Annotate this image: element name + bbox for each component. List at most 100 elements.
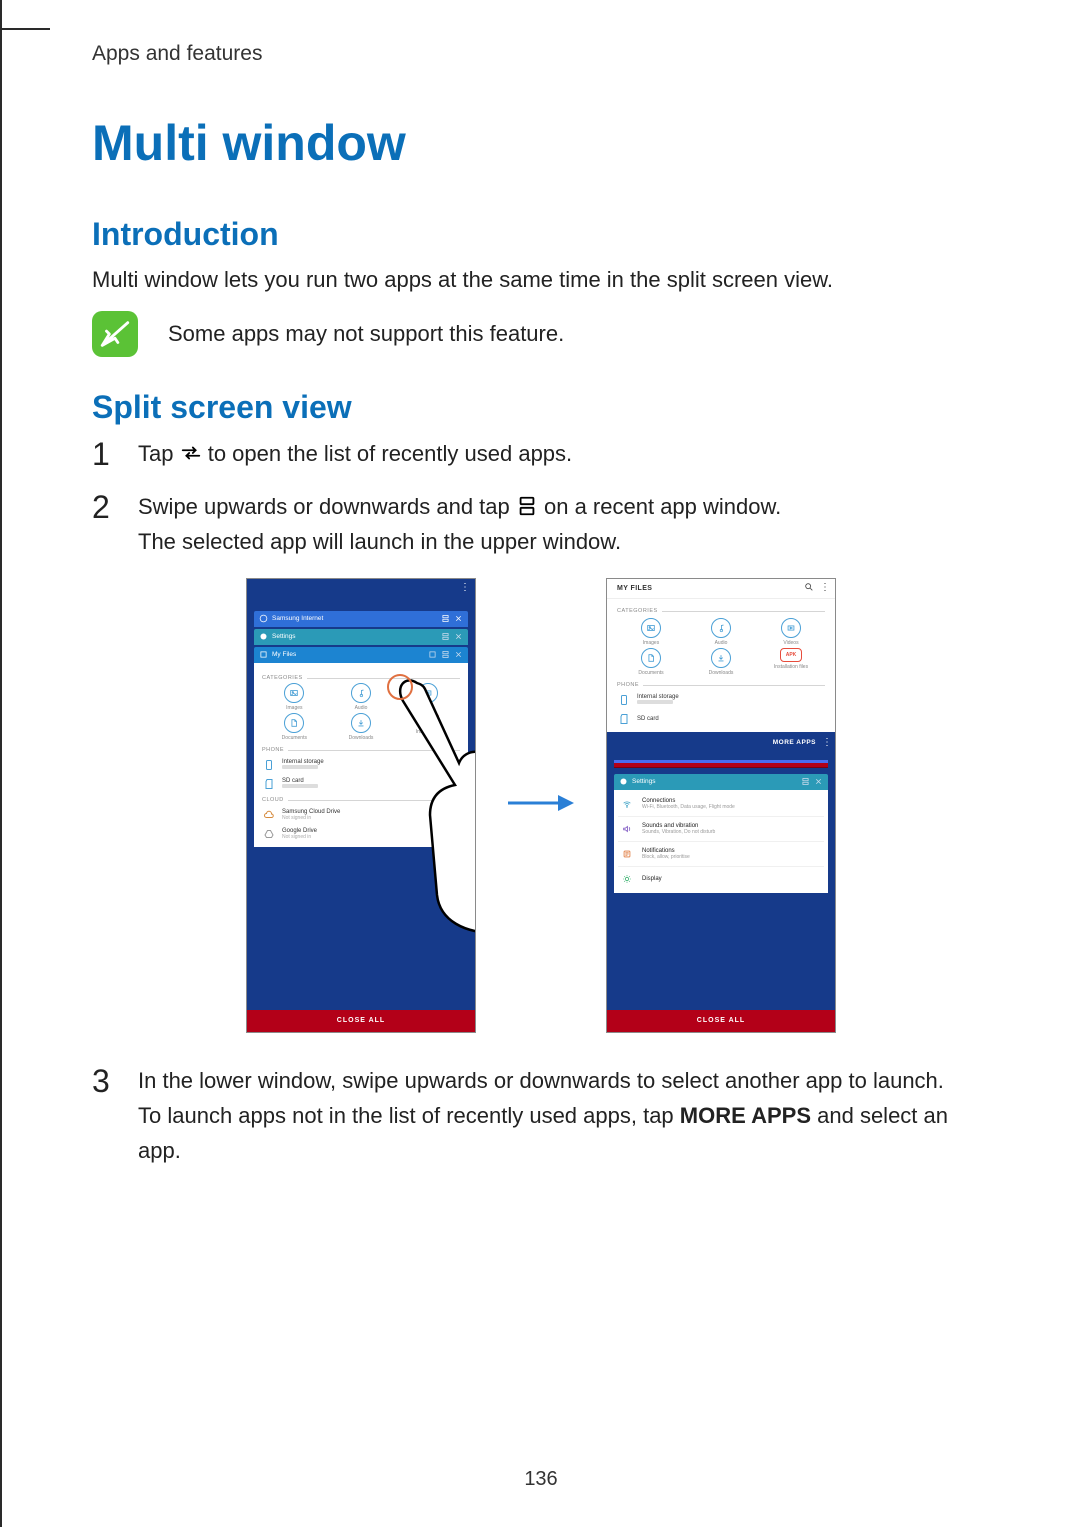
category-audio: Audio <box>687 618 755 646</box>
recent-app-icon <box>259 650 268 659</box>
recent-card-header: Settings <box>614 774 828 790</box>
sd-card-icon <box>617 712 631 726</box>
figure-split-screen: ⋮ Samsung Internet Settings My Files <box>92 578 990 1033</box>
group-label: PHONE <box>262 747 288 753</box>
category-downloads: Downloads <box>329 713 394 741</box>
category-documents: Documents <box>617 648 685 676</box>
step-3: 3 In the lower window, swipe upwards or … <box>92 1063 990 1169</box>
recents-icon <box>180 442 202 464</box>
category-downloads: Downloads <box>687 648 755 676</box>
step-number: 1 <box>92 436 118 471</box>
step3-body1: In the lower window, swipe upwards or do… <box>138 1063 990 1098</box>
myfiles-toolbar: MY FILES ⋮ <box>607 579 835 599</box>
group-phone: PHONE <box>617 682 825 688</box>
recent-app-title: Settings <box>272 633 296 640</box>
category-images: Images <box>617 618 685 646</box>
search-icon <box>804 582 814 594</box>
google-drive-icon <box>262 827 276 841</box>
breadcrumb: Apps and features <box>92 0 990 114</box>
step-body: Tap to open the list of recently used ap… <box>138 436 990 471</box>
row-title: Internal storage <box>637 694 679 700</box>
more-apps-label: MORE APPS <box>773 739 816 746</box>
row-title: SD card <box>637 716 659 722</box>
note-icon <box>92 311 138 357</box>
row-title: Samsung Cloud Drive <box>282 809 340 815</box>
heading-split-screen-view: Split screen view <box>92 389 990 426</box>
notifications-icon <box>620 847 634 861</box>
settings-notifications: NotificationsBlock, allow, prioritise <box>618 842 824 867</box>
more-menu-icon: ⋮ <box>820 583 829 593</box>
step2-text-post: on a recent app window. <box>538 494 781 519</box>
sound-icon <box>620 822 634 836</box>
row-sub: Not signed in <box>282 834 317 840</box>
phone-icon <box>617 693 631 707</box>
settings-sounds: Sounds and vibrationSounds, Vibration, D… <box>618 817 824 842</box>
phone-mock-split: MY FILES ⋮ CATEGORIES Images Audio Video… <box>606 578 836 1033</box>
arrow-right-icon <box>506 791 576 820</box>
intro-body: Multi window lets you run two apps at th… <box>92 263 990 297</box>
category-videos: Videos <box>757 618 825 646</box>
page-number: 136 <box>2 1468 1080 1491</box>
step-2: 2 Swipe upwards or downwards and tap on … <box>92 489 990 559</box>
more-menu-icon: ⋮ <box>460 583 469 593</box>
row-sub: Sounds, Vibration, Do not disturb <box>642 829 715 835</box>
recent-app-title: My Files <box>272 651 296 658</box>
close-all-button: CLOSE ALL <box>607 1010 835 1032</box>
tap-indicator-ring <box>387 674 413 700</box>
step-number: 2 <box>92 489 118 559</box>
more-apps-bar: MORE APPS ⋮ <box>607 732 835 754</box>
row-title: Google Drive <box>282 828 317 834</box>
row-sub: Block, allow, prioritise <box>642 854 690 860</box>
row-title: Internal storage <box>282 759 324 765</box>
step-number: 3 <box>92 1063 118 1169</box>
category-installation-files: APKInstallation files <box>757 648 825 676</box>
storage-internal: Internal storage <box>617 693 825 707</box>
split-view-icon <box>516 495 538 517</box>
pin-icon <box>428 650 437 659</box>
close-all-button: CLOSE ALL <box>247 1010 475 1032</box>
heading-introduction: Introduction <box>92 216 990 253</box>
recent-card-header: My Files <box>254 647 468 663</box>
settings-connections: ConnectionsWi-Fi, Bluetooth, Data usage,… <box>618 792 824 817</box>
cloud-icon <box>262 808 276 822</box>
row-title: Display <box>642 876 662 882</box>
split-view-icon <box>801 777 810 786</box>
recent-app-icon <box>259 632 268 641</box>
phone-mock-recents: ⋮ Samsung Internet Settings My Files <box>246 578 476 1033</box>
row-sub: Wi-Fi, Bluetooth, Data usage, Flight mod… <box>642 804 735 810</box>
step3-body2a: To launch apps not in the list of recent… <box>138 1103 680 1128</box>
step2-text-pre: Swipe upwards or downwards and tap <box>138 494 516 519</box>
storage-sd-card: SD card <box>617 712 825 726</box>
settings-display: Display <box>618 867 824 891</box>
status-bar: ⋮ <box>247 579 475 597</box>
step-1: 1 Tap to open the list of recently used … <box>92 436 990 471</box>
split-view-icon <box>441 650 450 659</box>
note-row: Some apps may not support this feature. <box>92 311 990 357</box>
category-documents: Documents <box>262 713 327 741</box>
recent-card-header: Samsung Internet <box>254 611 468 627</box>
group-categories: CATEGORIES <box>617 608 825 614</box>
group-label: CATEGORIES <box>262 675 307 681</box>
sd-card-icon <box>262 777 276 791</box>
category-audio: Audio <box>329 683 394 711</box>
group-label: CLOUD <box>262 797 288 803</box>
row-sub: Not signed in <box>282 815 340 821</box>
close-icon <box>454 614 463 623</box>
placeholder-text <box>282 784 318 788</box>
step-body: In the lower window, swipe upwards or do… <box>138 1063 990 1169</box>
step-body: Swipe upwards or downwards and tap on a … <box>138 489 990 559</box>
accent-under <box>614 763 828 768</box>
display-icon <box>620 872 634 886</box>
recent-app-title: Settings <box>632 778 656 785</box>
group-label: CATEGORIES <box>617 608 662 614</box>
placeholder-text <box>637 700 673 704</box>
wifi-icon <box>620 797 634 811</box>
page-title: Multi window <box>92 114 990 172</box>
more-menu-icon: ⋮ <box>822 738 831 748</box>
step1-text-post: to open the list of recently used apps. <box>202 441 573 466</box>
category-images: Images <box>262 683 327 711</box>
recent-app-icon <box>259 614 268 623</box>
close-icon <box>454 632 463 641</box>
group-label: PHONE <box>617 682 643 688</box>
note-text: Some apps may not support this feature. <box>168 321 564 347</box>
